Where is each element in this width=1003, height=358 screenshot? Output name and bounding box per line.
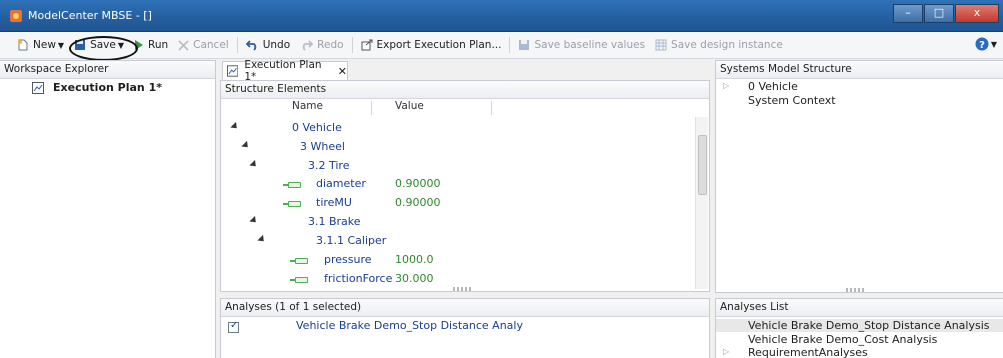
- redo-label: Redo: [317, 39, 344, 51]
- input-port-icon: [290, 277, 308, 283]
- save-button[interactable]: Save ▼: [71, 35, 127, 56]
- export-icon: [361, 39, 373, 51]
- floppy-disk-icon: [519, 40, 530, 50]
- execution-plan-icon: [32, 81, 44, 94]
- splitter-grip[interactable]: [453, 287, 473, 291]
- title-bar: ModelCenter MBSE - [] – □ x: [0, 0, 1003, 32]
- chevron-down-icon: ▼: [990, 39, 997, 49]
- structure-elements-title: Structure Elements: [221, 81, 709, 99]
- toolbar-separator: [236, 37, 238, 53]
- collapse-arrow-icon[interactable]: ▷: [723, 81, 729, 90]
- cancel-label: Cancel: [193, 39, 229, 51]
- tree-row-brake[interactable]: 3.1 Brake: [308, 215, 361, 233]
- export-execution-plan-button[interactable]: Export Execution Plan...: [358, 35, 505, 56]
- maximize-button[interactable]: □: [924, 4, 954, 23]
- expand-arrow-icon[interactable]: [241, 140, 251, 151]
- value-diameter[interactable]: 0.90000: [395, 177, 441, 195]
- tree-row-pressure[interactable]: pressure: [324, 253, 372, 271]
- systems-item-context[interactable]: System Context: [748, 94, 836, 107]
- main-toolbar: New ▼ Save ▼ Run Cancel Undo Redo Export E…: [0, 32, 1003, 59]
- input-port-icon: [283, 182, 301, 188]
- toolbar-separator: [509, 37, 511, 53]
- save-design-label: Save design instance: [671, 39, 783, 51]
- undo-icon: [245, 40, 256, 51]
- structure-vertical-scrollbar[interactable]: [695, 117, 708, 289]
- tree-row-wheel[interactable]: 3 Wheel: [300, 140, 345, 158]
- expand-arrow-icon[interactable]: [249, 215, 259, 226]
- tree-row-diameter[interactable]: diameter: [316, 177, 366, 195]
- value-pressure[interactable]: 1000.0: [395, 253, 434, 271]
- systems-model-structure-panel: Systems Model Structure ▷ 0 Vehicle Syst…: [715, 60, 1003, 293]
- editor-tabstrip: Execution Plan 1* ✕: [219, 59, 710, 83]
- value-tiremu[interactable]: 0.90000: [395, 196, 441, 214]
- app-icon: [10, 10, 22, 22]
- column-divider: [491, 101, 492, 115]
- expand-arrow-icon[interactable]: [230, 121, 240, 132]
- workspace-explorer-title: Workspace Explorer: [0, 61, 215, 79]
- scrollbar-thumb[interactable]: [698, 135, 707, 195]
- redo-icon: [302, 40, 314, 51]
- svg-text:?: ?: [979, 40, 985, 51]
- workspace-item-label: Execution Plan 1*: [53, 81, 162, 94]
- tree-row-tiremu[interactable]: tireMU: [316, 196, 352, 214]
- collapse-arrow-icon[interactable]: ▷: [723, 347, 729, 356]
- run-button[interactable]: Run: [131, 35, 171, 56]
- play-icon: [135, 40, 143, 50]
- chevron-down-icon: ▼: [117, 40, 124, 50]
- workspace-item-execution-plan[interactable]: Execution Plan 1*: [32, 81, 162, 94]
- column-header-name[interactable]: Name: [292, 100, 323, 117]
- splitter-grip[interactable]: [846, 288, 866, 292]
- execution-plan-icon: [227, 65, 239, 77]
- close-tab-icon[interactable]: ✕: [338, 65, 347, 78]
- input-port-icon: [283, 201, 301, 207]
- cancel-button[interactable]: Cancel: [175, 35, 232, 56]
- column-header-value[interactable]: Value: [395, 100, 424, 117]
- toolbar-separator: [351, 37, 353, 53]
- new-button[interactable]: New ▼: [14, 35, 67, 56]
- workspace-explorer-panel: Workspace Explorer Execution Plan 1*: [0, 60, 216, 358]
- tree-row-vehicle[interactable]: 0 Vehicle: [292, 121, 342, 139]
- analyses-list-item-stop-distance[interactable]: Vehicle Brake Demo_Stop Distance Analysi…: [716, 319, 1003, 332]
- save-baseline-label: Save baseline values: [534, 39, 646, 51]
- column-divider: [371, 101, 372, 115]
- analyses-panel: Analyses (1 of 1 selected) Vehicle Brake…: [220, 298, 710, 358]
- floppy-disk-icon: [75, 40, 86, 50]
- systems-item-vehicle[interactable]: 0 Vehicle: [748, 80, 798, 93]
- new-doc-icon: [18, 39, 28, 51]
- analyses-list-item-requirements[interactable]: RequirementAnalyses: [748, 346, 868, 358]
- window-title: ModelCenter MBSE - []: [28, 9, 152, 22]
- tree-row-caliper[interactable]: 3.1.1 Caliper: [316, 234, 386, 252]
- analysis-checkbox[interactable]: [228, 320, 239, 333]
- export-label: Export Execution Plan...: [376, 39, 502, 51]
- chevron-down-icon: ▼: [57, 40, 65, 50]
- input-port-icon: [290, 258, 308, 264]
- structure-elements-panel: Structure Elements Name Value 0 Vehicle …: [220, 80, 710, 292]
- undo-button[interactable]: Undo: [243, 35, 293, 56]
- save-baseline-button[interactable]: Save baseline values: [515, 35, 648, 56]
- help-icon: ?: [975, 37, 989, 51]
- analyses-list-panel: Analyses List Vehicle Brake Demo_Stop Di…: [715, 298, 1003, 358]
- undo-label: Undo: [262, 39, 291, 51]
- expand-arrow-icon[interactable]: [257, 234, 267, 245]
- save-label: Save: [90, 39, 116, 51]
- new-label: New: [33, 39, 56, 51]
- analyses-title: Analyses (1 of 1 selected): [221, 299, 709, 317]
- grid-table-icon: [655, 39, 667, 51]
- analysis-item[interactable]: Vehicle Brake Demo_Stop Distance Analy: [296, 319, 523, 337]
- cancel-x-icon: [178, 39, 189, 51]
- analyses-list-title: Analyses List: [716, 299, 1003, 317]
- tab-execution-plan[interactable]: Execution Plan 1* ✕: [222, 59, 348, 83]
- close-button[interactable]: x: [955, 4, 999, 23]
- redo-button[interactable]: Redo: [297, 35, 346, 56]
- help-button[interactable]: ? ▼: [975, 37, 997, 51]
- minimize-button[interactable]: –: [893, 4, 923, 23]
- systems-model-title: Systems Model Structure: [716, 61, 1003, 79]
- tree-row-frictionforce[interactable]: frictionForce: [324, 272, 392, 290]
- analyses-list-item-cost[interactable]: Vehicle Brake Demo_Cost Analysis: [748, 333, 937, 346]
- run-label: Run: [148, 39, 169, 51]
- expand-arrow-icon[interactable]: [249, 159, 259, 170]
- tree-row-tire[interactable]: 3.2 Tire: [308, 159, 349, 177]
- value-frictionforce[interactable]: 30.000: [395, 272, 434, 290]
- save-design-instance-button[interactable]: Save design instance: [652, 35, 786, 56]
